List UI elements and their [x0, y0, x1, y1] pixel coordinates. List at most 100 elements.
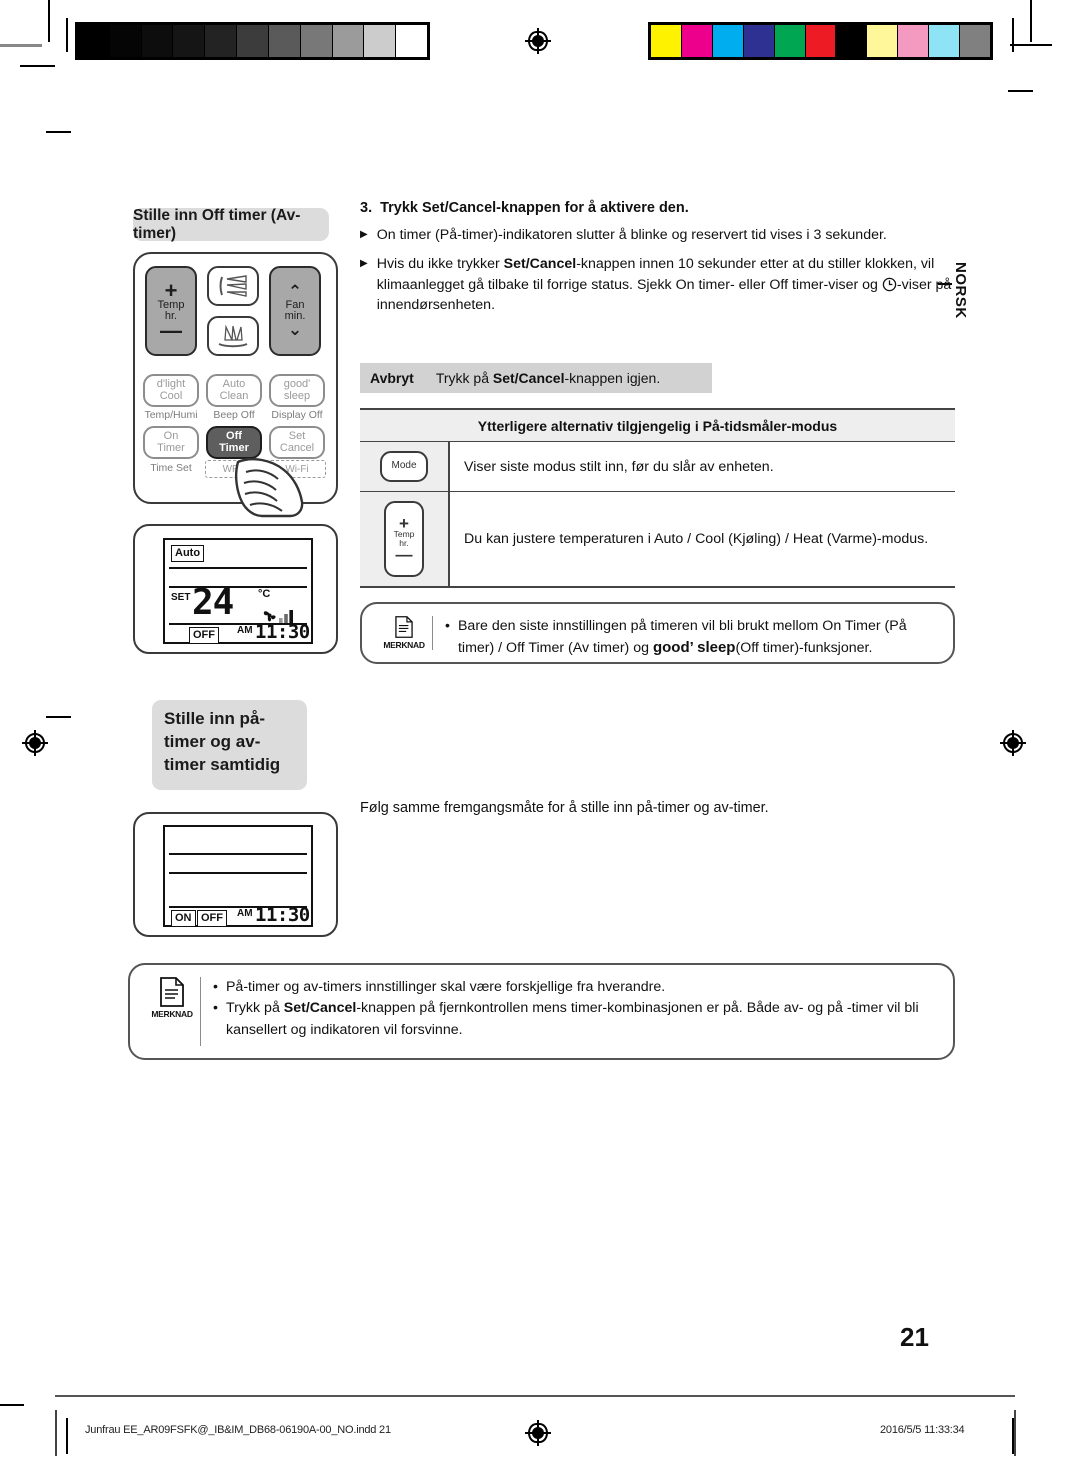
note-item-text: På-timer og av-timers innstillinger skal… — [225, 979, 666, 995]
crop-mark-top-right-v — [1030, 0, 1032, 42]
color-patch — [712, 25, 744, 57]
chevron-down-icon: ⌄ — [287, 320, 303, 340]
remote-button-dlight-cool[interactable]: d'light Cool — [143, 374, 199, 407]
bleed-mark-top-right — [1012, 18, 1014, 52]
remote-button-off-timer[interactable]: Off Timer — [206, 426, 262, 459]
remote-button-on-timer[interactable]: On Timer — [143, 426, 199, 459]
swing-vertical-icon — [219, 275, 247, 297]
color-patch — [960, 25, 990, 57]
note-item-text: Bare den siste innstillingen på timeren … — [457, 618, 907, 657]
remote-sublabel-display-off: Display Off — [271, 409, 323, 421]
section-heading-off-timer: Stille inn Off timer (Av-timer) — [133, 207, 329, 242]
note-item: • Trykk på Set/Cancel-knappen på fjernko… — [213, 998, 939, 1041]
note-item-text: Trykk på Set/Cancel-knappen på fjernkont… — [225, 1000, 919, 1038]
note-icon-caption: MERKNAD — [383, 640, 425, 650]
remote-button-temp-hr[interactable]: + Temp hr. — — [145, 266, 197, 356]
table-header: Ytterligere alternativ tilgjengelig i På… — [360, 410, 955, 442]
step-3-bullets: ▶ On timer (På-timer)-indikatoren slutte… — [360, 225, 955, 315]
remote-button-good-sleep[interactable]: good' sleep — [269, 374, 325, 407]
bleed-mark-bottom-left — [66, 1418, 68, 1454]
color-patch — [898, 25, 930, 57]
note-text: • Bare den siste innstillingen på timere… — [445, 616, 939, 656]
gray-patch — [396, 25, 427, 57]
color-calibration-strip — [648, 22, 993, 60]
color-patch — [743, 25, 775, 57]
bullet-text: Hvis du ikke trykker Set/Cancel-knappen … — [376, 256, 952, 313]
color-patch — [681, 25, 713, 57]
step-3-block: 3. Trykk Set/Cancel-knappen for å aktive… — [360, 200, 955, 324]
timer-label: Timer — [219, 441, 249, 454]
trim-mark-top-right — [1010, 44, 1052, 46]
note-document-icon — [160, 977, 184, 1007]
lcd-temperature-unit: °C — [258, 588, 271, 600]
trim-mark-bottom-left — [0, 1404, 24, 1406]
registration-target-left — [22, 730, 48, 756]
lcd-set-label: SET — [171, 592, 191, 603]
gray-patch — [364, 25, 397, 57]
footer-tick-left — [55, 1410, 57, 1456]
lcd-meridiem: AM — [237, 908, 253, 919]
bleed-mark-top-left — [66, 18, 68, 52]
step-number: 3. — [360, 200, 373, 216]
registration-target-right — [1000, 730, 1026, 756]
page-number: 21 — [900, 1322, 929, 1352]
cancel-label: Cancel — [279, 441, 315, 454]
lcd-screen: Auto SET 24 °C OFF AM 11:30 — [163, 538, 313, 644]
registration-target-footer-center — [525, 1420, 551, 1446]
on-label: On — [163, 430, 179, 443]
gray-patch — [268, 25, 301, 57]
off-label: Off — [226, 430, 242, 443]
remote-button-set-cancel[interactable]: Set Cancel — [269, 426, 325, 459]
gray-patch — [237, 25, 269, 57]
note-text: • På-timer og av-timers innstillinger sk… — [213, 977, 939, 1046]
temp-hr-button-icon: + Temp hr. — — [384, 501, 424, 577]
lcd-time-value: 11:30 — [255, 621, 310, 643]
remote-sublabel-wifi: Wi-Fi — [268, 460, 326, 478]
note-box-bottom: MERKNAD • På-timer og av-timers innstill… — [128, 963, 955, 1060]
lcd-screen: ON OFF AM 11:30 — [163, 825, 313, 927]
note-document-icon — [395, 616, 413, 638]
step-title: Trykk Set/Cancel-knappen for å aktivere … — [380, 200, 689, 216]
footer-tick-right — [1014, 1410, 1016, 1456]
remote-button-swing-horizontal[interactable] — [207, 316, 259, 356]
gray-patch — [141, 25, 174, 57]
chevron-up-icon: ⌃ — [287, 282, 303, 302]
lcd-temperature-value: 24 — [192, 582, 234, 623]
footer-divider — [55, 1395, 1015, 1397]
lcd-state-tag-off: OFF — [189, 627, 219, 644]
manual-page: NORSK Stille inn Off timer (Av-timer) + … — [0, 0, 1080, 1476]
remote-button-auto-clean[interactable]: Auto Clean — [206, 374, 262, 407]
sleep-label: sleep — [283, 389, 311, 402]
gray-patch — [109, 25, 142, 57]
color-patch — [805, 25, 837, 57]
remote-sublabel-wps: WPS — [205, 460, 263, 478]
color-patch — [929, 25, 961, 57]
table-row: Mode Viser siste modus stilt inn, før du… — [360, 442, 955, 492]
lcd-panel-off-timer: Auto SET 24 °C OFF AM 11:30 — [133, 524, 338, 654]
trim-mark-left-upper — [46, 131, 71, 133]
remote-button-fan-min[interactable]: ⌃ Fan min. ⌄ — [269, 266, 321, 356]
mode-button-label: Mode — [391, 460, 417, 472]
grayscale-calibration-strip — [75, 22, 430, 60]
color-patch — [774, 25, 806, 57]
table-icon-cell: + Temp hr. — — [360, 492, 450, 586]
dlight-label: d'light — [156, 378, 186, 391]
crop-mark-top-left-h — [0, 44, 42, 47]
bullet-dot: • — [445, 618, 450, 634]
lcd-state-tag-off: OFF — [197, 910, 227, 927]
table-text-cell: Du kan justere temperaturen i Auto / Coo… — [450, 492, 955, 586]
lcd-time-value: 11:30 — [255, 904, 310, 926]
color-patch — [836, 25, 868, 57]
bullet-dot: • — [213, 979, 218, 995]
step-3-heading: 3. Trykk Set/Cancel-knappen for å aktive… — [360, 200, 955, 216]
triangle-bullet-icon: ▶ — [360, 258, 368, 270]
mode-button-icon: Mode — [380, 451, 428, 482]
bullet-item: ▶ Hvis du ikke trykker Set/Cancel-knappe… — [360, 254, 955, 315]
remote-button-swing-vertical[interactable] — [207, 266, 259, 306]
both-timers-body-text: Følg samme fremgangsmåte for å stille in… — [360, 800, 769, 816]
lcd-meridiem: AM — [237, 625, 253, 636]
note-item: • Bare den siste innstillingen på timere… — [445, 616, 939, 660]
minus-icon: — — [160, 318, 182, 344]
lcd-panel-both-timers: ON OFF AM 11:30 — [133, 812, 338, 937]
note-item: • På-timer og av-timers innstillinger sk… — [213, 977, 939, 998]
